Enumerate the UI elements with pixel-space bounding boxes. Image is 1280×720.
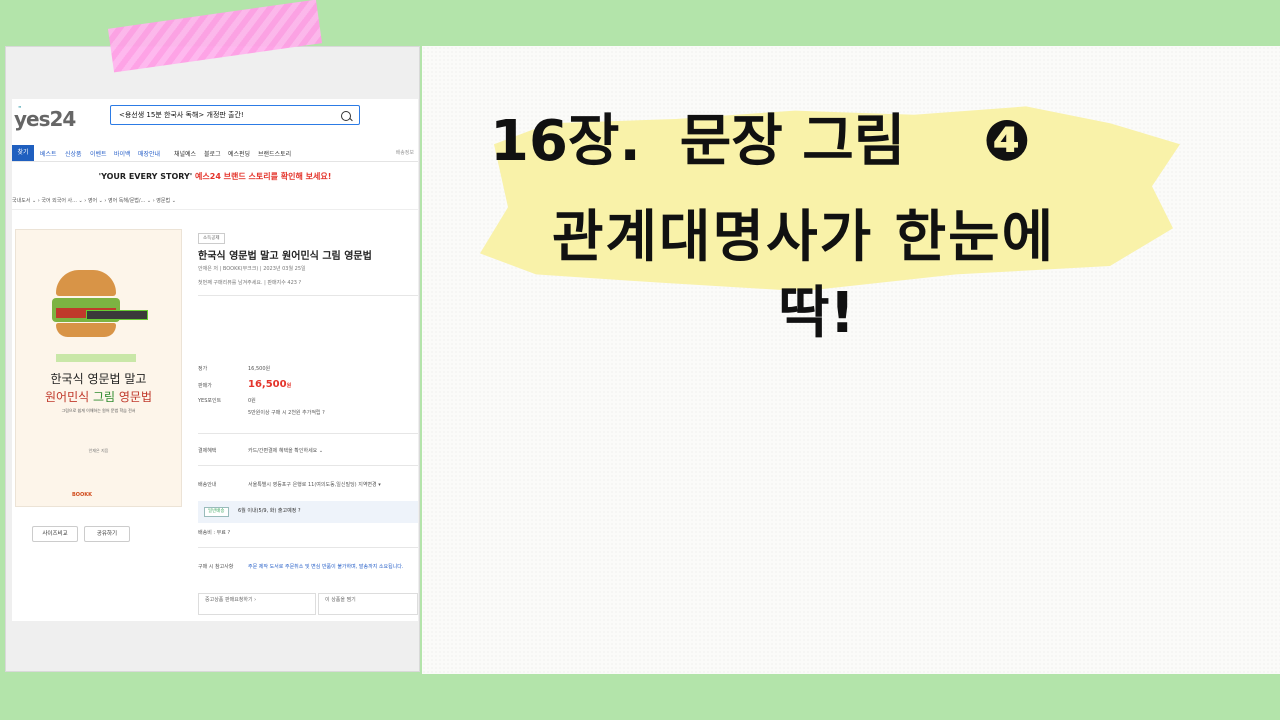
divider xyxy=(198,547,418,548)
cover-subtitle: 그림으로 쉽게 이해하는 원어 문법 학습 전서 xyxy=(61,408,136,413)
shipping-fee: 배송비 : 무료 ? xyxy=(198,530,231,536)
book-cover[interactable]: 한국식 영문법 말고 원어민식 그림 영문법 그림으로 쉽게 이해하는 원어 문… xyxy=(15,229,182,507)
book-title: 한국식 영문법 말고 원어민식 그림 영문법 xyxy=(198,251,372,262)
note-value: 주문 제작 도서로 주문취소 및 변심 반품이 불가하며, 발송까지 소요됩니다… xyxy=(248,564,404,570)
nav-item-event[interactable]: 이벤트 xyxy=(90,149,107,158)
delivery-estimate: 일반배송 6월 이내(5/9, 화) 출고예정 ? xyxy=(198,501,418,523)
book-meta[interactable]: 안재은 저 | BOOKK(부크크) | 2023년 03월 25일 xyxy=(198,265,306,272)
used-sell-request-button[interactable]: 중고상품 판매요청하기 › xyxy=(198,593,316,615)
cover-title-part-a: 원어민식 xyxy=(44,390,93,404)
delivery-type-badge: 일반배송 xyxy=(204,507,229,517)
tax-deduction-badge: 소득공제 xyxy=(198,233,225,244)
logo-dots-icon: ·· xyxy=(18,104,21,111)
burger-bun-top xyxy=(56,270,116,296)
list-price-label: 정가 xyxy=(198,366,208,372)
nav-item-brand-story[interactable]: 브랜드스토리 xyxy=(258,149,291,158)
nav-shipping-info[interactable]: 배송정보 xyxy=(396,149,414,156)
nav-item-buyback[interactable]: 바이백 xyxy=(114,149,131,158)
breadcrumb[interactable]: 국내도서 ⌄ › 국어 외국어 사... ⌄ › 영어 ⌄ › 영어 독해/문법… xyxy=(12,197,418,210)
divider xyxy=(198,465,418,466)
shipping-label: 배송안내 xyxy=(198,482,217,488)
cover-title-line2: 원어민식 그림 영문법 xyxy=(16,388,181,405)
nav-item-funding[interactable]: 예스펀딩 xyxy=(228,149,250,158)
divider xyxy=(198,433,418,434)
yes24-logo[interactable]: ·· yes24 xyxy=(14,104,76,131)
nav-item-blog[interactable]: 블로그 xyxy=(204,149,221,158)
cover-author: 안재은 지음 xyxy=(88,448,109,453)
cover-publisher: BOOKK xyxy=(72,492,93,498)
size-compare-button[interactable]: 사이즈비교 xyxy=(32,526,78,542)
banner-suffix: 예스24 브랜드 스토리를 확인해 보세요! xyxy=(195,172,332,181)
sale-price-number: 16,500 xyxy=(248,379,287,390)
book-page-screenshot: ·· yes24 <용선생 15분 한국사 독해> 개정판 출간! 찾기 베스트… xyxy=(12,99,418,621)
burger-label xyxy=(86,310,148,320)
points-value: 0원 xyxy=(248,398,256,404)
search-value: <용선생 15분 한국사 독해> 개정판 출간! xyxy=(119,111,244,119)
nav-item-channel-yes[interactable]: 채널예스 xyxy=(174,149,196,158)
cover-green-bar xyxy=(56,354,136,362)
nav-item-new[interactable]: 신상품 xyxy=(65,149,82,158)
note-label: 구매 시 참고사항 xyxy=(198,564,234,570)
divider xyxy=(198,295,418,296)
logo-text: yes24 xyxy=(14,107,76,131)
search-input[interactable]: <용선생 15분 한국사 독해> 개정판 출간! xyxy=(110,105,360,125)
delivery-date[interactable]: 6월 이내(5/9, 화) 출고예정 ? xyxy=(238,507,301,514)
chapter-heading-line1: 16장. 문장 그림 ❹ xyxy=(490,109,1031,174)
sale-price-label: 판매가 xyxy=(198,383,212,389)
brand-banner[interactable]: 'YOUR EVERY STORY' 예스24 브랜드 스토리를 확인해 보세요… xyxy=(12,171,418,182)
sale-price-value: 16,500원 xyxy=(248,379,291,390)
chapter-heading-line3: 딱! xyxy=(778,281,856,346)
banner-prefix: 'YOUR EVERY STORY' xyxy=(98,172,193,181)
nav-category-button[interactable]: 찾기 xyxy=(12,145,34,161)
chapter-heading-line2: 관계대명사가 한눈에 xyxy=(552,205,1056,270)
benefit-label: 결제혜택 xyxy=(198,448,217,454)
wishlist-button[interactable]: 이 상품을 찜기 xyxy=(318,593,418,615)
burger-bun-bottom xyxy=(56,323,116,337)
nav-item-store[interactable]: 매장안내 xyxy=(138,149,160,158)
paper-panel: 16장. 문장 그림 ❹ 관계대명사가 한눈에 딱! xyxy=(422,46,1280,674)
shipping-address[interactable]: 서울특별시 영등포구 은행로 11(여의도동,일신빌딩) 지역변경 ▾ xyxy=(248,481,381,488)
sale-price-unit: 원 xyxy=(286,383,292,389)
screenshot-card: ·· yes24 <용선생 15분 한국사 독해> 개정판 출간! 찾기 베스트… xyxy=(5,46,420,672)
cover-title-part-c: 영문법 xyxy=(115,390,152,404)
benefit-value[interactable]: 카드/간편결제 혜택을 확인하세요 ⌄ xyxy=(248,447,323,454)
share-button[interactable]: 공유하기 xyxy=(84,526,130,542)
cover-title-part-b: 그림 xyxy=(92,390,116,404)
search-icon[interactable] xyxy=(341,111,351,121)
nav-item-best[interactable]: 베스트 xyxy=(40,149,57,158)
list-price-value: 16,500원 xyxy=(248,366,271,372)
cover-title-line1: 한국식 영문법 말고 xyxy=(50,372,147,386)
review-meta[interactable]: 첫번째 구매리뷰를 남겨주세요. | 판매지수 423 ? xyxy=(198,279,301,286)
points-label: YES포인트 xyxy=(198,398,222,404)
points-note[interactable]: 5만원이상 구매 시 2천원 추가적립 ? xyxy=(248,409,325,416)
main-nav: 찾기 베스트 신상품 이벤트 바이백 매장안내 채널예스 블로그 예스펀딩 브랜… xyxy=(12,145,418,162)
